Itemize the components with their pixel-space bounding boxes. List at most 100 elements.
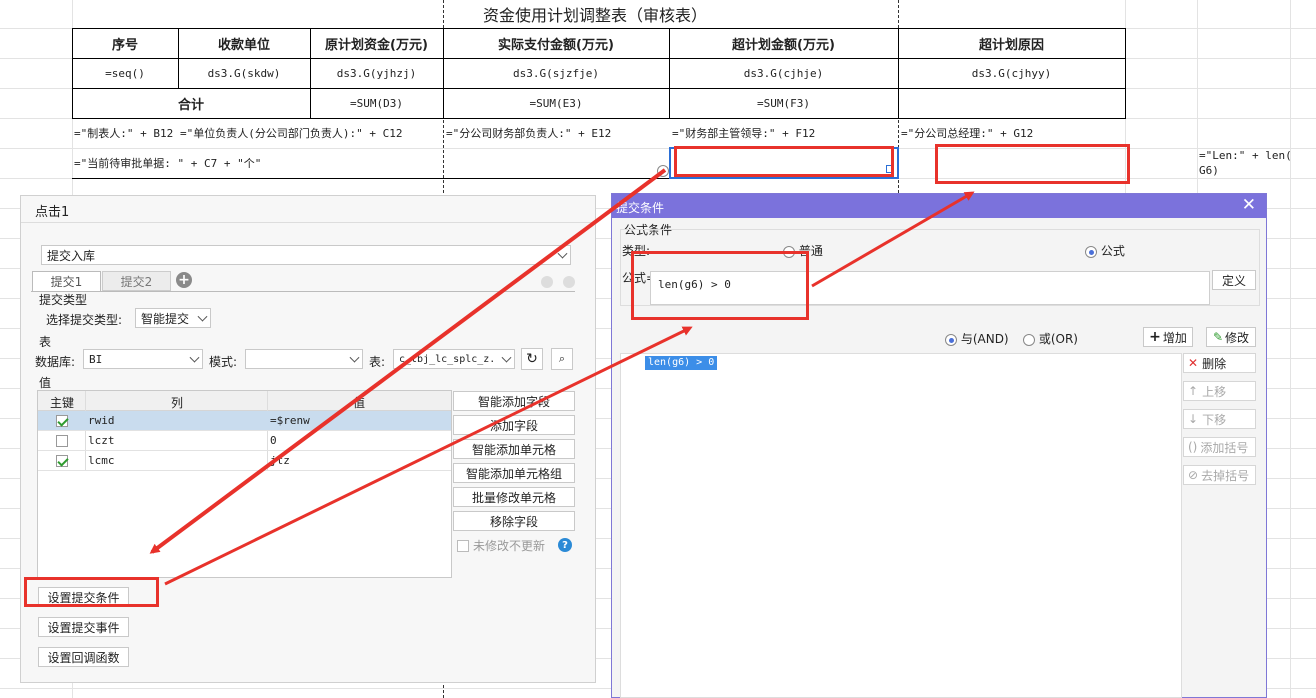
remove-field-button[interactable]: 移除字段 <box>453 511 575 531</box>
signature-cell[interactable]: ="财务部主管领导:" + F12 <box>672 118 898 148</box>
signature-cell[interactable]: ="分公司总经理:" + G12 <box>901 118 1125 148</box>
tab-submit-2[interactable]: 提交2 <box>102 271 171 291</box>
grid-col-cell[interactable]: rwid <box>88 414 115 427</box>
data-cell[interactable]: =seq() <box>72 58 178 88</box>
grid-val-cell[interactable]: 0 <box>270 434 277 447</box>
signature-cell[interactable]: ="单位负责人(分公司部门负责人):" + C12 <box>180 118 443 148</box>
dialog-titlebar[interactable]: 提交条件 ✕ <box>612 194 1266 218</box>
primary-key-checkbox[interactable] <box>56 435 68 447</box>
grid-header-row <box>38 391 451 411</box>
add-bracket-button[interactable]: () 添加括号 <box>1183 437 1256 457</box>
radio-formula[interactable]: 公式 <box>1085 242 1125 259</box>
tab-scroll-right-icon[interactable] <box>563 276 575 288</box>
tab-label: 提交1 <box>50 275 83 289</box>
pending-count-cell[interactable]: ="当前待审批单据: " + C7 + "个" <box>74 148 444 178</box>
field-grid[interactable]: 主键 列 值 rwid =$renw lczt 0 lcmc jtz <box>37 390 452 578</box>
table-value: c_tbj_lc_splc_z. <box>399 353 496 365</box>
database-select[interactable]: BI <box>83 349 203 369</box>
chevron-down-icon <box>189 352 200 363</box>
len-formula-cell[interactable]: ="Len:" + len( <box>1199 148 1316 163</box>
delete-label: 删除 <box>1202 356 1227 371</box>
batch-modify-cells-button[interactable]: 批量修改单元格 <box>453 487 575 507</box>
modify-condition-button[interactable]: ✎ 修改 <box>1206 327 1256 347</box>
move-up-button[interactable]: ↑ 上移 <box>1183 381 1256 401</box>
total-cell[interactable]: =SUM(E3) <box>443 88 669 118</box>
delete-icon: ✕ <box>1188 356 1199 370</box>
data-cell[interactable]: ds3.G(cjhyy) <box>898 58 1125 88</box>
selected-cell-f6[interactable] <box>669 147 899 179</box>
add-field-button[interactable]: 添加字段 <box>453 415 575 435</box>
header-cell[interactable]: 实际支付金额(万元) <box>443 28 669 58</box>
arrow-down-icon: ↓ <box>1188 412 1199 426</box>
len-formula-cell-cont: G6) <box>1199 164 1219 177</box>
header-cell[interactable]: 序号 <box>72 28 178 58</box>
refresh-icon[interactable]: ↻ <box>521 348 543 370</box>
add-condition-button[interactable]: + 增加 <box>1143 327 1193 347</box>
submit-type-label: 选择提交类型: <box>46 313 123 327</box>
radio-formula-dot[interactable] <box>1085 245 1097 258</box>
total-cell[interactable]: =SUM(F3) <box>669 88 898 118</box>
table-select[interactable]: c_tbj_lc_splc_z. <box>393 349 515 369</box>
database-value: BI <box>89 352 103 366</box>
total-label-cell[interactable]: 合计 <box>72 88 310 118</box>
smart-add-cell-group-button[interactable]: 智能添加单元格组 <box>453 463 575 483</box>
smart-add-cell-button[interactable]: 智能添加单元格 <box>453 439 575 459</box>
no-update-checkbox[interactable] <box>457 540 469 552</box>
remove-bracket-button[interactable]: ⊘ 去掉括号 <box>1183 465 1256 485</box>
radio-normal[interactable]: 普通 <box>783 242 823 259</box>
help-icon[interactable]: ? <box>558 538 572 552</box>
header-cell[interactable]: 超计划原因 <box>898 28 1125 58</box>
table-row[interactable]: lcmc jtz <box>38 451 451 471</box>
set-callback-button[interactable]: 设置回调函数 <box>38 647 129 667</box>
grid-col-cell[interactable]: lcmc <box>88 454 115 467</box>
radio-or-dot[interactable] <box>1023 333 1035 346</box>
fill-handle[interactable] <box>886 165 894 173</box>
grid-val-cell[interactable]: jtz <box>270 454 290 467</box>
data-cell[interactable]: ds3.G(cjhje) <box>669 58 898 88</box>
plus-circle-icon[interactable]: + <box>176 272 192 288</box>
action-type-value: 提交入库 <box>47 248 96 263</box>
list-item[interactable]: len(g6) > 0 <box>645 356 718 370</box>
smart-add-field-button[interactable]: 智能添加字段 <box>453 391 575 411</box>
signature-cell[interactable]: ="分公司财务部负责人:" + E12 <box>446 118 669 148</box>
report-title[interactable]: 资金使用计划调整表（审核表） <box>443 0 898 28</box>
formula-input[interactable]: len(g6) > 0 <box>650 271 1210 305</box>
grid-col-cell[interactable]: lczt <box>88 434 115 447</box>
header-cell[interactable]: 收款单位 <box>178 28 310 58</box>
primary-key-checkbox[interactable] <box>56 415 68 427</box>
submit-type-select[interactable]: 智能提交 <box>135 308 211 328</box>
header-cell[interactable]: 原计划资金(万元) <box>310 28 443 58</box>
grid-val-cell[interactable]: =$renw <box>270 414 310 427</box>
table-row[interactable]: rwid =$renw <box>38 411 451 431</box>
total-cell[interactable]: =SUM(D3) <box>310 88 443 118</box>
cell-widget-icon[interactable] <box>657 165 669 177</box>
database-label: 数据库: <box>35 355 76 369</box>
tab-scroll-left-icon[interactable] <box>541 276 553 288</box>
table-border <box>1125 28 1126 118</box>
action-type-select[interactable]: 提交入库 <box>41 245 571 265</box>
condition-list[interactable]: len(g6) > 0 <box>620 353 1182 698</box>
define-button[interactable]: 定义 <box>1212 270 1256 290</box>
delete-button[interactable]: ✕ 删除 <box>1183 353 1256 373</box>
radio-normal-label: 普通 <box>798 244 823 258</box>
close-icon[interactable]: ✕ <box>1242 195 1256 215</box>
radio-normal-dot[interactable] <box>783 245 795 258</box>
radio-formula-label: 公式 <box>1100 244 1125 258</box>
table-row[interactable]: lczt 0 <box>38 431 451 451</box>
set-submit-condition-button[interactable]: 设置提交条件 <box>38 587 129 607</box>
set-submit-event-button[interactable]: 设置提交事件 <box>38 617 129 637</box>
radio-and[interactable]: 与(AND) <box>945 330 1009 347</box>
tab-label: 提交2 <box>120 274 153 289</box>
radio-or[interactable]: 或(OR) <box>1023 330 1078 347</box>
tab-submit-1[interactable]: 提交1 <box>32 271 101 291</box>
data-cell[interactable]: ds3.G(skdw) <box>178 58 310 88</box>
header-cell[interactable]: 超计划金额(万元) <box>669 28 898 58</box>
primary-key-checkbox[interactable] <box>56 455 68 467</box>
signature-cell[interactable]: ="制表人:" + B12 <box>74 118 178 148</box>
data-cell[interactable]: ds3.G(yjhzj) <box>310 58 443 88</box>
move-down-button[interactable]: ↓ 下移 <box>1183 409 1256 429</box>
mode-select[interactable] <box>245 349 363 369</box>
radio-and-dot[interactable] <box>945 333 957 346</box>
search-table-icon[interactable]: ⌕ <box>551 348 573 370</box>
data-cell[interactable]: ds3.G(sjzfje) <box>443 58 669 88</box>
